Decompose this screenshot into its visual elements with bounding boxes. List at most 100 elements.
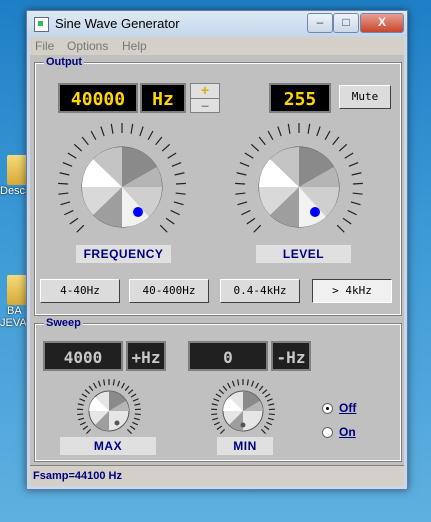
knob-tick [159,224,168,233]
knob-tick [218,389,225,395]
sweep-on-radio[interactable] [322,427,333,438]
minimize-button[interactable]: – [307,13,333,33]
frequency-stepper: + – [190,83,220,113]
knob-tick [100,126,105,137]
knob-tick [58,192,69,195]
frequency-unit-display: Hz [140,83,186,113]
knob-tick [90,130,97,141]
app-window: Sine Wave Generator – □ X File Options H… [26,10,408,490]
sweep-min-unit: -Hz [271,341,311,371]
knob-tick [352,182,363,185]
range-button-over-4khz[interactable]: > 4kHz [312,279,392,303]
knob-tick [167,152,177,159]
level-knob[interactable] [229,122,369,252]
knob-tick [155,136,163,146]
knob-tick [103,379,106,386]
knob-tick [268,413,275,416]
knob-tick [216,425,223,431]
knob-tick [231,380,235,387]
knob-tick [236,172,247,176]
knob-tick [246,217,256,225]
title-bar[interactable]: Sine Wave Generator – □ X [27,11,407,37]
knob-tick [342,217,352,225]
knob-tick [79,398,86,402]
knob-tick [211,403,218,406]
knob-tick [88,385,94,392]
menu-options[interactable]: Options [67,39,108,53]
frequency-knob[interactable] [52,122,192,252]
knob-tick [316,126,321,137]
knob-tick [266,421,273,426]
knob-tick [258,385,264,392]
knob-tick [126,428,133,435]
menu-file[interactable]: File [35,39,54,53]
knob-tick [211,413,218,416]
knob-tick [352,192,363,195]
range-button-0-4-4khz[interactable]: 0.4-4kHz [220,279,300,303]
knob-tick [62,161,73,167]
knob-tick [78,417,85,421]
knob-tick [267,417,274,421]
knob-tick [134,403,141,406]
sweep-group: Sweep 4000 +Hz 0 -Hz MAX MIN Off On [34,317,402,462]
knob-tick [264,393,271,398]
frequency-knob-dot [133,207,143,217]
knob-tick [267,130,274,141]
output-group-title: Output [44,56,85,68]
knob-tick [82,425,89,431]
knob-tick [77,413,84,416]
sweep-on-label[interactable]: On [339,425,356,439]
range-button-4-40hz[interactable]: 4-40Hz [40,279,120,303]
level-label: LEVEL [256,245,351,263]
knob-tick [235,182,246,185]
knob-tick [139,126,144,137]
level-display: 255 [269,83,331,113]
frequency-label: FREQUENCY [76,245,171,263]
knob-tick [134,413,141,416]
knob-tick [110,123,114,134]
sweep-min-display: 0 [188,341,268,371]
output-group: Output 40000 Hz + – 255 Mute FREQUENCY L… [34,56,402,316]
menu-help[interactable]: Help [122,39,147,53]
knob-tick [69,217,79,225]
sweep-off-radio[interactable] [322,403,333,414]
maximize-button[interactable]: □ [333,13,359,33]
knob-tick [344,152,354,159]
knob-tick [251,380,255,387]
knob-tick [165,217,175,225]
knob-tick [348,161,359,167]
knob-tick [268,403,275,406]
sweep-radio-group: Off On [322,401,382,451]
knob-tick [67,152,77,159]
knob-tick [117,380,121,387]
knob-tick [77,403,84,406]
knob-tick [250,143,260,152]
level-knob-dot [310,207,320,217]
knob-tick [124,385,130,392]
knob-tick [73,143,83,152]
knob-tick [58,182,69,185]
knob-tick [351,172,362,176]
min-knob-dot [240,422,246,428]
knob-tick [277,126,282,137]
knob-tick [338,143,348,152]
knob-tick [173,201,184,206]
frequency-display: 40000 [58,83,138,113]
knob-tick [84,389,91,395]
knob-tick [332,136,340,146]
minus-button[interactable]: – [191,98,219,113]
knob-tick [130,393,137,398]
knob-tick [244,152,254,159]
mute-button[interactable]: Mute [339,85,391,109]
knob-tick [175,192,186,195]
range-button-40-400hz[interactable]: 40-400Hz [129,279,209,303]
knob-tick [147,130,154,141]
knob-tick [307,123,311,134]
close-button[interactable]: X [360,13,404,33]
client-area: File Options Help Output 40000 Hz + – 25… [30,37,404,486]
sweep-off-label[interactable]: Off [339,401,356,415]
knob-tick [81,136,89,146]
knob-tick [112,379,115,386]
knob-tick [132,421,139,426]
knob-tick [255,382,260,389]
